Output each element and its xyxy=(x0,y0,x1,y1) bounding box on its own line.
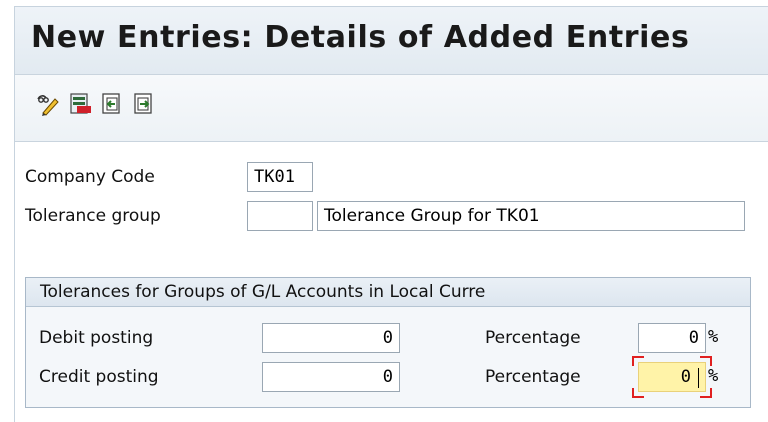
debit-posting-label: Debit posting xyxy=(39,328,154,348)
tolerances-group-box: Tolerances for Groups of G/L Accounts in… xyxy=(25,277,751,408)
debit-percent-sign: % xyxy=(708,327,719,347)
debit-percentage-field[interactable]: 0 xyxy=(638,323,706,353)
next-entry-icon[interactable] xyxy=(131,91,157,117)
company-code-label: Company Code xyxy=(25,167,155,187)
display-change-icon[interactable] xyxy=(35,91,61,117)
credit-percentage-label: Percentage xyxy=(485,367,581,387)
tolerance-group-field[interactable] xyxy=(247,201,313,231)
debit-posting-field[interactable]: 0 xyxy=(262,323,400,353)
title-bar: New Entries: Details of Added Entries xyxy=(15,7,768,75)
group-box-title: Tolerances for Groups of G/L Accounts in… xyxy=(40,282,486,302)
group-box-header: Tolerances for Groups of G/L Accounts in… xyxy=(26,278,750,307)
application-toolbar xyxy=(15,75,768,142)
delete-icon[interactable] xyxy=(67,91,93,117)
detail-area: Company Code TK01 Tolerance group Tolera… xyxy=(15,142,768,422)
debit-percentage-label: Percentage xyxy=(485,328,581,348)
credit-posting-label: Credit posting xyxy=(39,367,159,387)
tolerance-group-label: Tolerance group xyxy=(25,206,161,226)
text-cursor xyxy=(698,368,699,388)
tolerance-group-description-field[interactable]: Tolerance Group for TK01 xyxy=(317,201,745,231)
page-title: New Entries: Details of Added Entries xyxy=(31,20,690,55)
company-code-field[interactable]: TK01 xyxy=(247,162,313,192)
previous-entry-icon[interactable] xyxy=(99,91,125,117)
credit-posting-field[interactable]: 0 xyxy=(262,362,400,392)
sap-window: New Entries: Details of Added Entries Co… xyxy=(14,6,768,422)
credit-percent-sign: % xyxy=(708,366,719,386)
credit-percentage-field[interactable]: 0 xyxy=(638,362,706,392)
